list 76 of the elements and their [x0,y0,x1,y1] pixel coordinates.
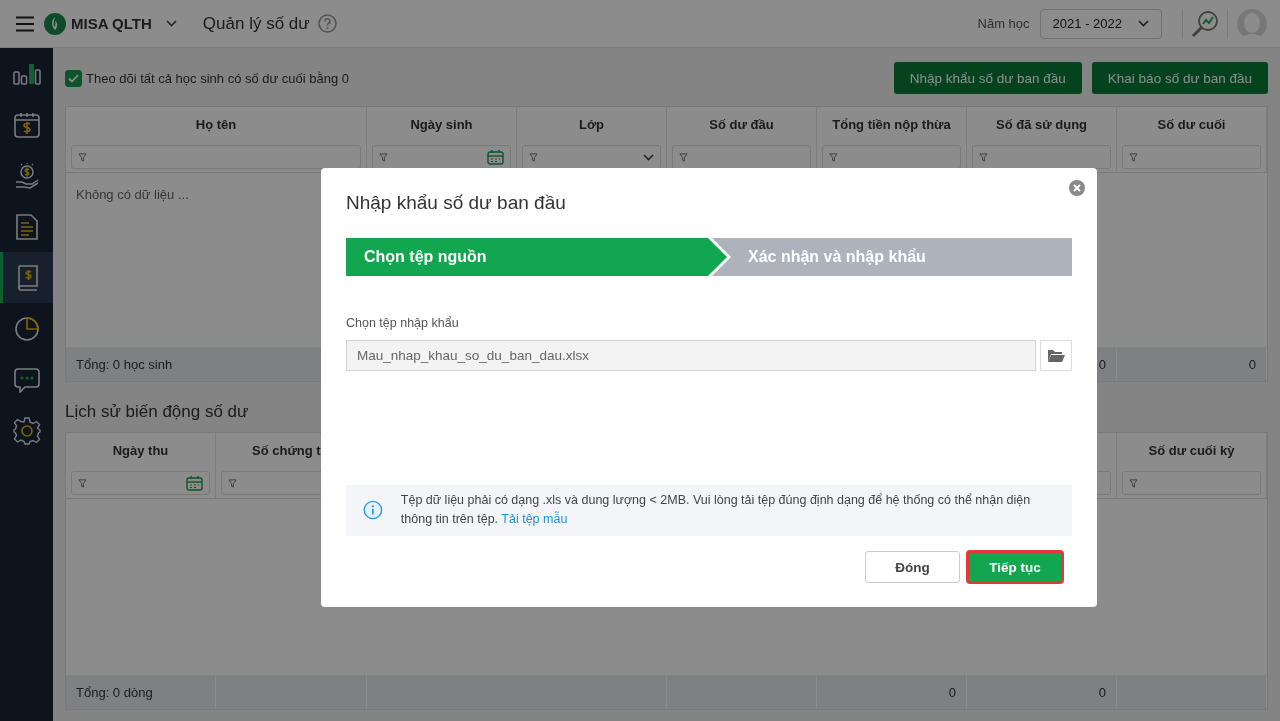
filter-field[interactable] [1122,145,1261,169]
magnifier-chart-icon[interactable] [1191,9,1219,38]
year-select[interactable]: 2021 - 2022 [1039,8,1162,39]
field-label: Chọn tệp nhập khẩu [346,316,460,330]
filter-icon [529,152,538,162]
filter-icon [379,152,388,162]
column-header: Số đã sử dụng [996,116,1087,132]
filter-field[interactable] [822,145,961,169]
download-template-link[interactable]: Tải tệp mẫu [501,512,568,526]
logo-icon [44,12,66,35]
filter-icon [78,152,87,162]
bar-chart-icon[interactable] [12,62,41,85]
filter-field[interactable] [1122,471,1261,495]
folder-icon[interactable] [1040,340,1072,371]
caret-icon [1138,20,1149,27]
book-icon[interactable] [15,264,38,291]
filter-field[interactable] [972,145,1111,169]
total-value: 0 [1098,684,1106,700]
caret-icon [643,153,654,161]
action-button[interactable]: Khai báo số dư ban đầu [1091,62,1268,94]
caret-icon [165,20,177,27]
close-button[interactable]: Đóng [865,551,960,583]
column-header: Số chứng t [252,442,321,458]
menu-icon[interactable] [16,15,34,32]
checkbox[interactable] [65,69,82,87]
info-text: Tệp dữ liệu phải có dạng .xls và dung lượng < 2MB. Vui lòng tải tệp đúng định dạng để hệ thống có thể nhận diện thông tin trên tệp. Tải tệp mẫu [400,492,1032,528]
app-name: MISA QLTH [71,15,152,32]
column-header: Số dư cuối kỳ [1148,442,1235,458]
filter-icon [679,152,688,162]
wizard-step[interactable]: Xác nhận và nhập khẩu [712,238,1072,276]
close-icon[interactable] [1069,180,1085,196]
column-header: Số dư đầu [709,116,774,132]
action-button[interactable]: Nhập khẩu số dư ban đầu [893,62,1082,94]
calendar-icon[interactable] [186,475,203,491]
section-title: Lịch sử biến động số dư [65,402,250,422]
chat-icon[interactable] [13,366,40,393]
column-header: Số dư cuối [1157,116,1226,132]
column-header: Ngày sinh [410,116,473,132]
filter-icon [1129,478,1138,488]
hand-coin-icon[interactable] [13,162,40,189]
dialog-title: Nhập khẩu số dư ban đầu [346,192,567,214]
check-icon [68,73,79,83]
sidebar-item[interactable] [0,252,53,303]
total-value: 0 [1248,356,1256,372]
wizard-step[interactable]: Chọn tệp nguồn [346,238,727,276]
calendar-money-icon[interactable] [13,111,40,138]
checkbox-label: Theo dõi tất cả học sinh có số dư cuối bằng 0 [86,70,350,86]
total-value: 0 [1098,356,1106,372]
filter-icon [228,478,237,488]
document-icon[interactable] [15,213,38,240]
total-value: 0 [948,684,956,700]
info-icon [363,498,383,522]
filter-icon [979,152,988,162]
pie-chart-icon[interactable] [13,315,40,342]
column-header: Lớp [578,116,605,132]
column-header: Họ tên [195,116,237,132]
total-label: Tổng: 0 học sinh [76,356,173,372]
filter-icon [78,478,87,488]
filter-field[interactable] [672,145,811,169]
empty-message: Không có dữ liệu ... [76,187,189,202]
help-icon[interactable] [317,14,337,33]
total-label: Tổng: 0 dòng [76,684,153,700]
page-title: Quản lý số dư [202,13,310,34]
filter-field[interactable] [522,145,661,169]
filter-field[interactable] [372,145,511,169]
continue-button[interactable]: Tiếp tục [967,551,1063,583]
calendar-icon[interactable] [487,149,504,165]
filter-field[interactable] [71,471,210,495]
year-label: Năm học [977,16,1030,31]
filter-field[interactable] [71,145,361,169]
column-header: Ngày thu [112,442,169,458]
file-path-field[interactable]: Mau_nhap_khau_so_du_ban_dau.xlsx [346,340,1036,371]
settings-icon[interactable] [12,416,41,445]
filter-icon [829,152,838,162]
column-header: Tổng tiền nộp thừa [832,116,951,132]
filter-icon [1129,152,1138,162]
